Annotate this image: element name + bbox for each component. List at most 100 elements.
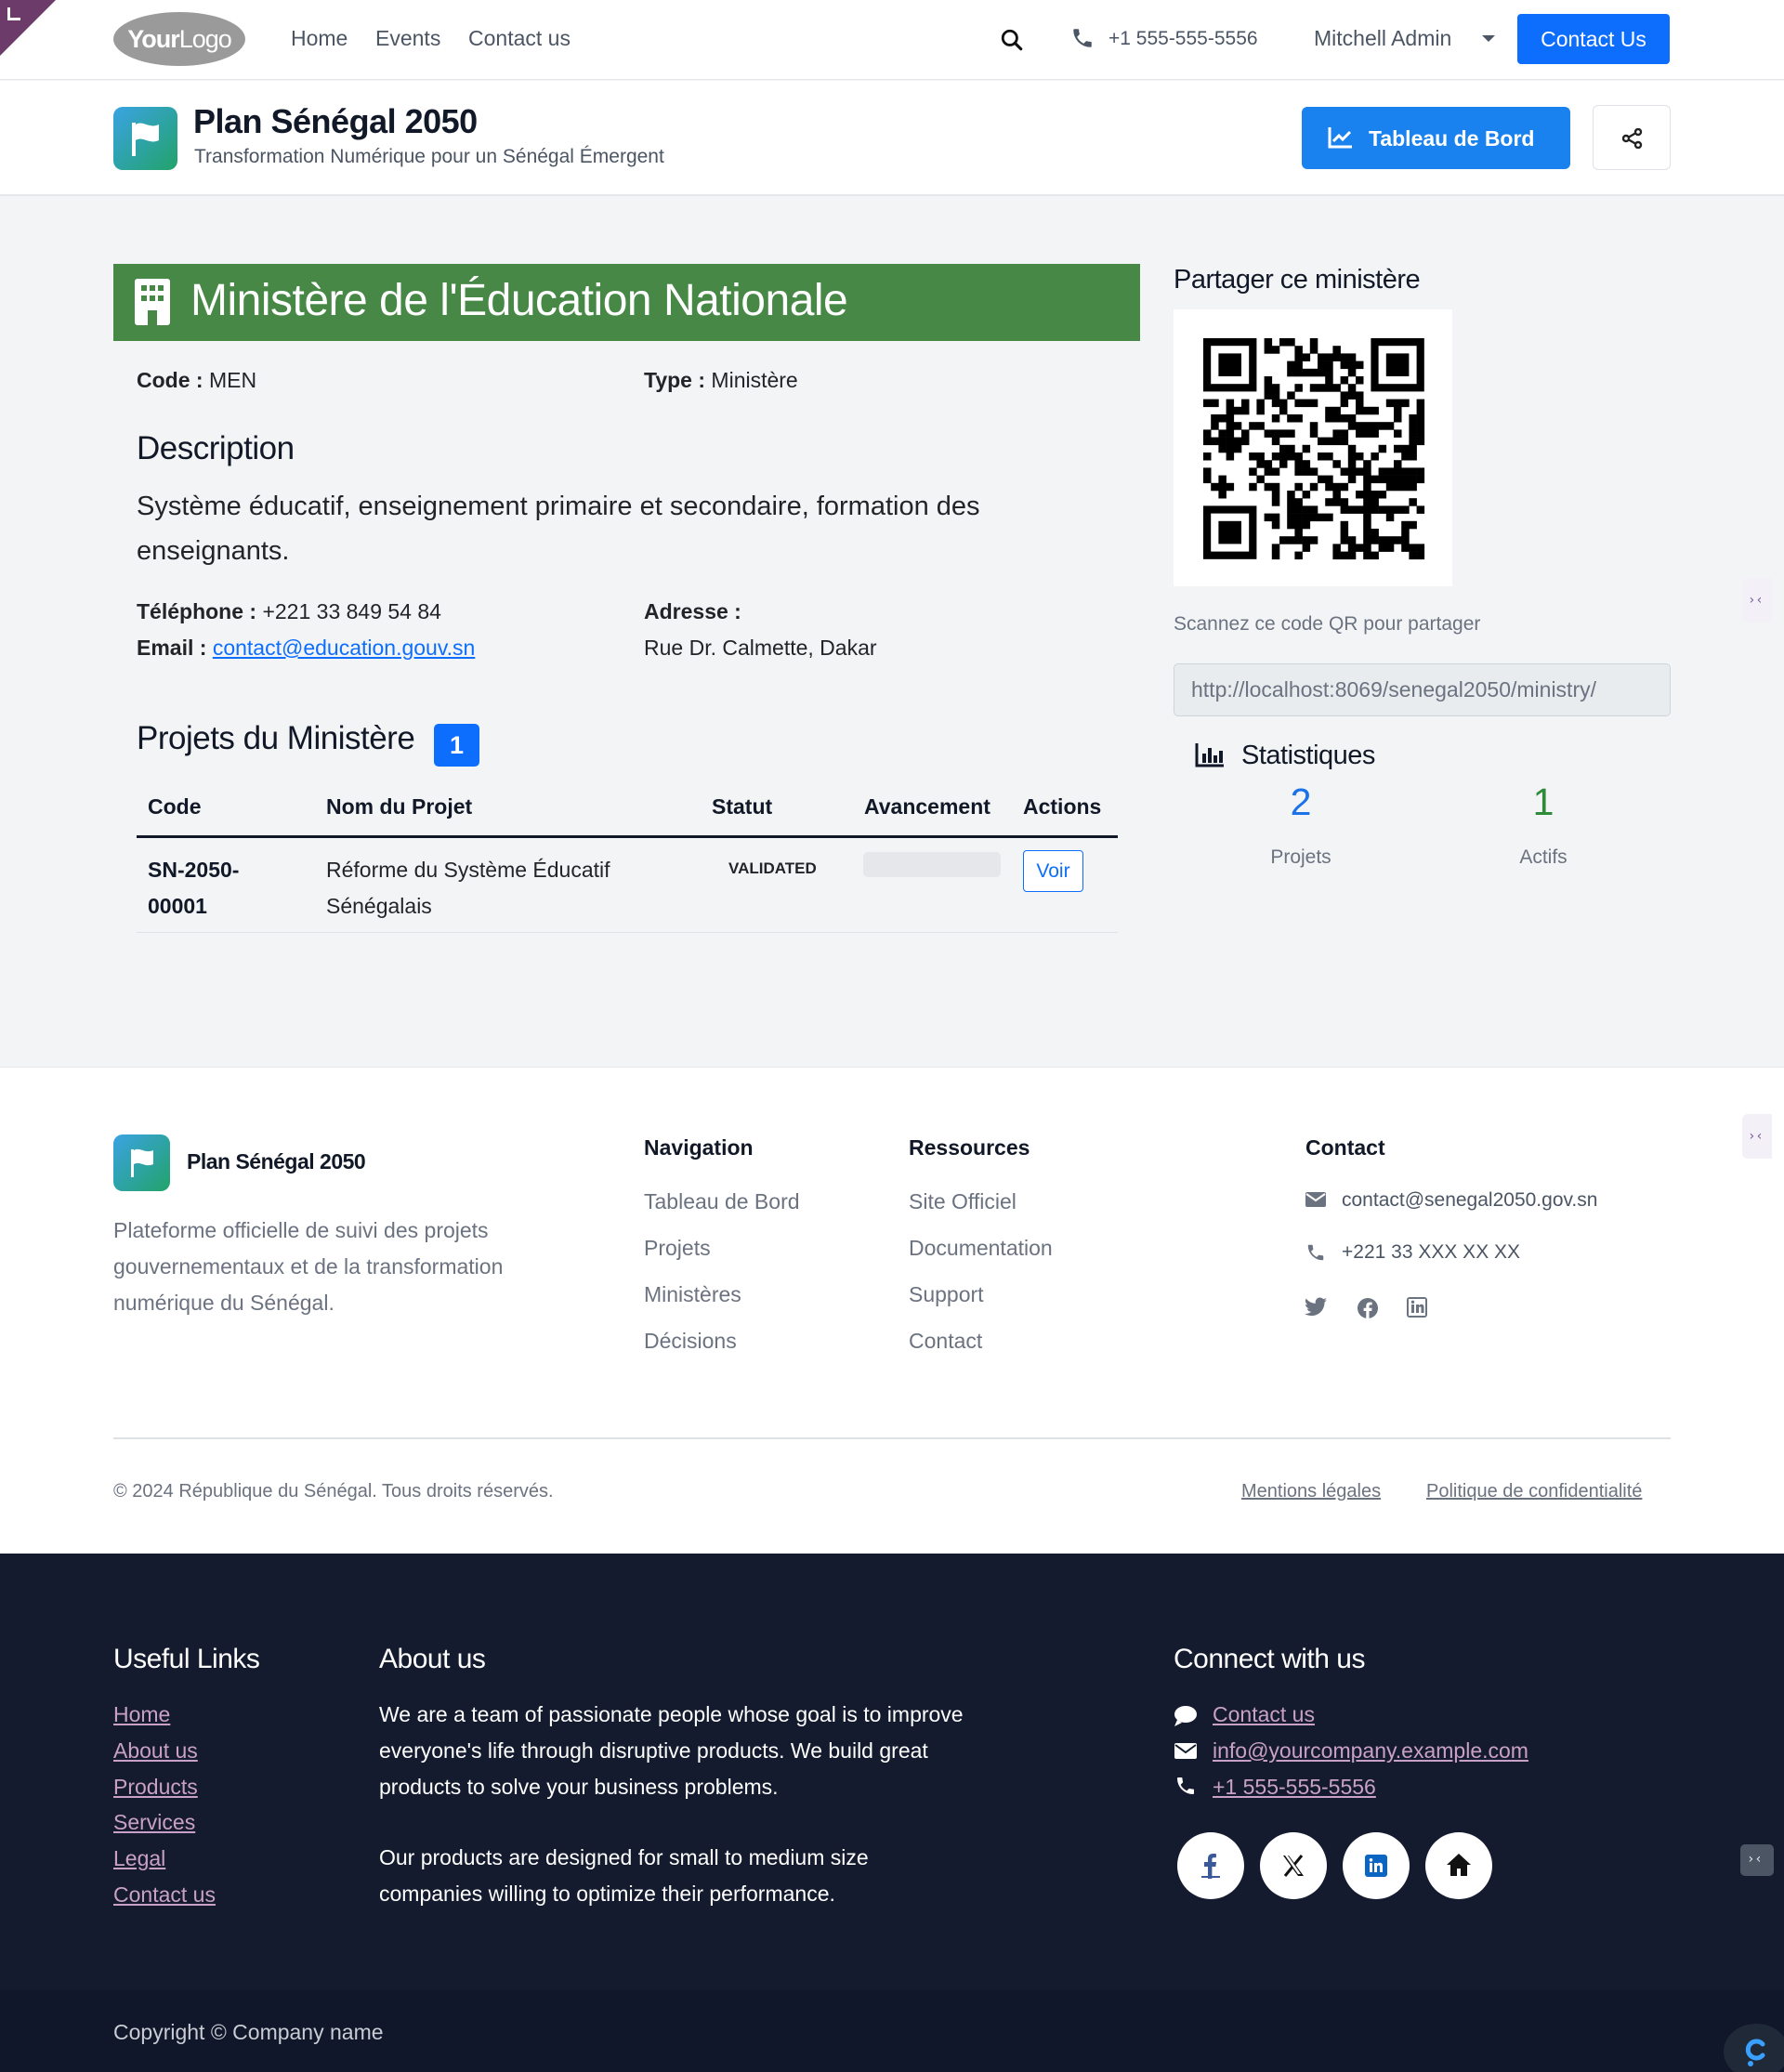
footer-copyright: © 2024 République du Sénégal. Tous droit… bbox=[113, 1481, 554, 1502]
type-label: Type : bbox=[644, 368, 706, 392]
side-widget-tab-footer[interactable]: ›‹ bbox=[1742, 1114, 1772, 1159]
corner-icon bbox=[7, 7, 20, 20]
footer-flag-icon bbox=[113, 1134, 170, 1191]
qr-caption: Scannez ce code QR pour partager bbox=[1174, 613, 1481, 635]
search-icon[interactable] bbox=[1000, 28, 1024, 52]
legal-notice-link[interactable]: Mentions légales bbox=[1241, 1481, 1381, 1502]
share-heading: Partager ce ministère bbox=[1174, 265, 1421, 295]
footer-link-documentation[interactable]: Documentation bbox=[909, 1236, 1053, 1261]
about-paragraph-1: We are a team of passionate people whose… bbox=[379, 1702, 964, 1799]
useful-link-legal[interactable]: Legal bbox=[113, 1846, 165, 1871]
ministry-title: Ministère de l'Éducation Nationale bbox=[190, 276, 848, 325]
ministry-banner: Ministère de l'Éducation Nationale bbox=[113, 264, 1140, 341]
table-row-divider bbox=[137, 932, 1118, 933]
envelope-icon bbox=[1305, 1192, 1326, 1207]
privacy-policy-link[interactable]: Politique de confidentialité bbox=[1426, 1481, 1642, 1502]
col-header-actions: Actions bbox=[1023, 794, 1102, 819]
share-url-input[interactable] bbox=[1174, 663, 1671, 716]
view-project-button[interactable]: Voir bbox=[1023, 850, 1083, 892]
facebook-icon[interactable] bbox=[1357, 1297, 1379, 1319]
col-header-name: Nom du Projet bbox=[326, 794, 473, 819]
footer-brand: Plan Sénégal 2050 bbox=[187, 1149, 366, 1174]
expand-icon: ›‹ bbox=[1747, 1852, 1763, 1867]
nav-home[interactable]: Home bbox=[291, 26, 348, 51]
expand-icon: ›‹ bbox=[1748, 593, 1764, 608]
expand-icon: ›‹ bbox=[1748, 1129, 1764, 1144]
logo-text-bold: Your bbox=[127, 25, 179, 53]
phone-icon bbox=[1070, 26, 1095, 50]
building-icon bbox=[135, 279, 170, 325]
chart-line-icon bbox=[1328, 125, 1354, 150]
col-header-code: Code bbox=[148, 794, 202, 819]
linkedin-icon[interactable] bbox=[1407, 1297, 1427, 1318]
home-button[interactable] bbox=[1425, 1832, 1492, 1899]
connect-phone-icon bbox=[1174, 1775, 1197, 1797]
project-code: SN-2050-00001 bbox=[148, 858, 240, 918]
connect-heading: Connect with us bbox=[1174, 1644, 1365, 1674]
qr-code bbox=[1174, 309, 1452, 586]
contact-us-button[interactable]: Contact Us bbox=[1517, 14, 1670, 64]
stat-active-value: 1 bbox=[1532, 780, 1554, 823]
footer-link-dashboard[interactable]: Tableau de Bord bbox=[644, 1189, 800, 1214]
email-link[interactable]: contact@education.gouv.sn bbox=[213, 636, 476, 660]
useful-link-home[interactable]: Home bbox=[113, 1702, 170, 1727]
chat-widget-button[interactable] bbox=[1724, 2024, 1784, 2072]
logo-text: Logo bbox=[178, 25, 232, 53]
useful-links-heading: Useful Links bbox=[113, 1644, 260, 1674]
address-label: Adresse : bbox=[644, 599, 741, 623]
connect-envelope-icon bbox=[1174, 1743, 1197, 1759]
site-logo[interactable]: YourLogo bbox=[113, 12, 245, 66]
footer-resources-heading: Ressources bbox=[909, 1135, 1030, 1160]
nav-events[interactable]: Events bbox=[375, 26, 440, 51]
dashboard-button[interactable]: Tableau de Bord bbox=[1302, 107, 1570, 169]
footer-link-official-site[interactable]: Site Officiel bbox=[909, 1189, 1017, 1214]
useful-link-products[interactable]: Products bbox=[113, 1775, 198, 1800]
footer-navigation-heading: Navigation bbox=[644, 1135, 754, 1160]
facebook-button[interactable] bbox=[1177, 1832, 1244, 1899]
social-x-icon bbox=[1281, 1854, 1305, 1878]
connect-email-link[interactable]: info@yourcompany.example.com bbox=[1213, 1738, 1528, 1764]
description-heading: Description bbox=[137, 430, 295, 466]
social-linkedin-icon bbox=[1365, 1855, 1387, 1877]
side-widget-tab[interactable]: ›‹ bbox=[1742, 578, 1772, 623]
stat-active-label: Actifs bbox=[1519, 846, 1568, 868]
statistics-heading: Statistiques bbox=[1241, 741, 1375, 770]
table-header-divider bbox=[137, 835, 1118, 838]
page-title: Plan Sénégal 2050 bbox=[193, 102, 478, 140]
phone-label: Téléphone : bbox=[137, 599, 257, 623]
useful-link-services[interactable]: Services bbox=[113, 1810, 195, 1835]
col-header-progress: Avancement bbox=[864, 794, 990, 819]
chevron-down-icon[interactable] bbox=[1482, 35, 1495, 42]
connect-phone-link[interactable]: +1 555-555-5556 bbox=[1213, 1775, 1376, 1800]
footer-link-contact[interactable]: Contact bbox=[909, 1329, 982, 1354]
share-icon bbox=[1622, 128, 1643, 149]
about-heading: About us bbox=[379, 1644, 486, 1674]
company-copyright: Copyright © Company name bbox=[113, 2020, 384, 2044]
social-facebook-icon bbox=[1201, 1853, 1220, 1879]
side-widget-tab-dark[interactable]: ›‹ bbox=[1740, 1844, 1774, 1876]
useful-link-contact[interactable]: Contact us bbox=[113, 1882, 216, 1908]
top-navbar: YourLogo Home Events Contact us +1 555-5… bbox=[0, 0, 1784, 80]
x-twitter-button[interactable] bbox=[1260, 1832, 1327, 1899]
nav-contact-us[interactable]: Contact us bbox=[468, 26, 571, 51]
linkedin-button[interactable] bbox=[1343, 1832, 1410, 1899]
share-button[interactable] bbox=[1593, 105, 1671, 170]
user-menu[interactable]: Mitchell Admin bbox=[1314, 26, 1451, 51]
phone-link[interactable]: +1 555-555-5556 bbox=[1108, 28, 1258, 50]
footer-link-decisions[interactable]: Décisions bbox=[644, 1329, 737, 1354]
twitter-icon[interactable] bbox=[1305, 1297, 1328, 1318]
stat-projects-label: Projets bbox=[1270, 846, 1331, 868]
type-field: Type : Ministère bbox=[644, 368, 798, 393]
connect-contact-link[interactable]: Contact us bbox=[1213, 1702, 1315, 1727]
code-value: MEN bbox=[208, 368, 257, 392]
footer-divider bbox=[113, 1437, 1671, 1439]
comment-icon bbox=[1174, 1705, 1198, 1727]
col-header-status: Statut bbox=[712, 794, 773, 819]
useful-link-about[interactable]: About us bbox=[113, 1738, 198, 1764]
footer-link-support[interactable]: Support bbox=[909, 1282, 984, 1307]
footer-link-projects[interactable]: Projets bbox=[644, 1236, 711, 1261]
email-label: Email : bbox=[137, 636, 207, 660]
project-name: Réforme du Système Éducatif Sénégalais bbox=[326, 858, 610, 918]
footer-link-ministries[interactable]: Ministères bbox=[644, 1282, 741, 1307]
description-text: Système éducatif, enseignement primaire … bbox=[137, 492, 980, 566]
